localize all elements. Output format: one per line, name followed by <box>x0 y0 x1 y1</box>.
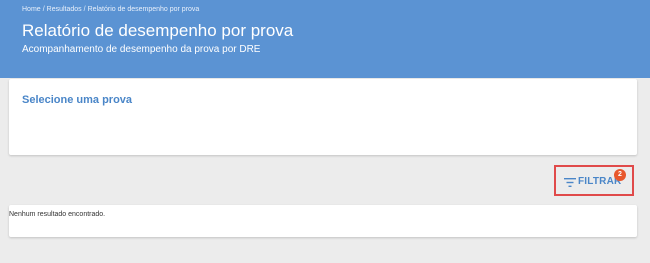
filter-button[interactable]: FILTRAR 2 <box>554 165 634 196</box>
empty-results-message: Nenhum resultado encontrado. <box>9 211 106 218</box>
breadcrumb-separator: / <box>42 6 45 13</box>
select-exam-card: Selecione uma prova <box>9 79 637 155</box>
page-subtitle: Acompanhamento de desempenho da prova po… <box>22 44 261 55</box>
select-exam-title: Selecione uma prova <box>22 94 133 106</box>
breadcrumb-item-resultados[interactable]: Resultados <box>47 6 82 13</box>
breadcrumb-separator: / <box>83 6 86 13</box>
breadcrumb-item-current: Relatório de desempenho por prova <box>87 6 200 13</box>
page-title: Relatório de desempenho por prova <box>22 21 294 40</box>
filter-list-icon <box>564 178 576 187</box>
page-header: Home / Resultados / Relatório de desempenho … <box>0 0 650 78</box>
results-card: Nenhum resultado encontrado. <box>9 205 637 237</box>
breadcrumb-item-home[interactable]: Home <box>22 6 41 13</box>
breadcrumb: Home / Resultados / Relatório de desempenho … <box>22 6 199 13</box>
filter-count-badge: 2 <box>614 169 626 181</box>
